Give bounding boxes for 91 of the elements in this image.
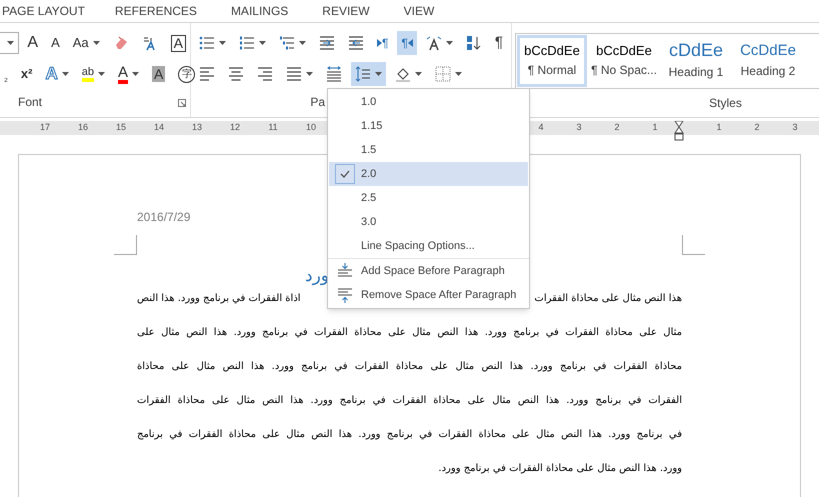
line-spacing-button[interactable] (351, 62, 386, 86)
paint-bucket-icon (395, 66, 411, 82)
ruler-number: 13 (190, 121, 203, 134)
decrease-indent-icon (319, 35, 335, 51)
document-title: ورد (305, 268, 329, 285)
check-icon (335, 164, 355, 184)
paragraph-line: وورد. هذا النص مثال على محاذاة الفقرات في برنامج وورد. (437, 462, 682, 476)
group-label: Pa (310, 94, 325, 111)
ruler-number: 4 (537, 121, 544, 134)
ribbon-tab[interactable]: MAILINGS (230, 2, 288, 20)
paragraph-line: الفقرات في برنامج وورد. هذا النص مثال على محاذاة الفقرات في برنامج وورد. هذا النص مثال على محاذاة الفقرات (137, 394, 682, 408)
group-label: Font (18, 94, 42, 111)
align-center-icon (228, 66, 244, 82)
caret-icon (98, 72, 105, 76)
ruler-number: 2 (753, 121, 760, 134)
numbering-icon (239, 35, 255, 51)
menu-item[interactable]: 2.0 (329, 162, 528, 186)
ribbon-tab[interactable]: PAGE LAYOUT (2, 2, 85, 20)
margin-corner-mark (682, 235, 705, 255)
add-space-icon (337, 263, 353, 279)
arrow-icon (377, 39, 382, 47)
paragraph-line: هذا النص مثال على محاذاة الفقرات (534, 292, 682, 306)
ruler-number: 16 (76, 121, 89, 134)
caret-icon (219, 41, 226, 45)
enclose-characters-button[interactable]: 字 (174, 62, 200, 86)
text-effects-button[interactable]: A (41, 62, 73, 86)
borders-icon (435, 66, 451, 82)
ruler-number: 14 (152, 121, 165, 134)
ruler-number: 12 (228, 121, 241, 134)
line-spacing-icon (355, 66, 371, 82)
dialog-launcher-icon[interactable] (178, 99, 186, 107)
style-card[interactable]: CcDdEe Heading 2 (733, 35, 803, 87)
ribbon-tab[interactable]: VIEW (404, 2, 434, 20)
font-size-field[interactable] (0, 32, 20, 54)
ribbon-tab[interactable]: REFERENCES (114, 2, 197, 20)
font-color-button[interactable]: A (114, 62, 143, 86)
shrink-font-button[interactable]: A (47, 31, 64, 55)
style-card[interactable]: bCcDdEe ¶ No Spac... (589, 35, 659, 87)
distributed-icon (326, 66, 342, 82)
subscript-button[interactable]: ₂ (0, 62, 12, 86)
ruler-number: 11 (267, 121, 279, 134)
menu-item[interactable]: Add Space Before Paragraph (329, 259, 528, 283)
align-left-icon (199, 66, 215, 82)
paragraph-line: محاذاة الفقرات في برنامج وورد. هذا النص مثال على محاذاة الفقرات في برنامج وورد. هذا النص مثال على محاذاة (137, 360, 682, 374)
superscript-button[interactable]: x² (16, 62, 36, 86)
header-date: 2016/7/29 (137, 210, 190, 224)
caret-icon (132, 72, 139, 76)
caret-icon (306, 72, 313, 76)
margin-corner-mark (114, 235, 137, 255)
character-border-button[interactable]: A (166, 31, 190, 55)
indent-marker-icon[interactable] (674, 121, 684, 141)
caret-icon (455, 72, 462, 76)
ruler-number: 3 (791, 121, 798, 134)
asian-layout-icon (426, 35, 442, 51)
justify-icon (286, 66, 302, 82)
arrow-icon (408, 39, 413, 47)
increase-indent-icon (348, 35, 364, 51)
align-right-icon (257, 66, 273, 82)
highlight-button[interactable]: ab (78, 62, 109, 86)
ruler-number: 1 (651, 121, 658, 134)
ruler-number: 3 (575, 121, 582, 134)
caret-icon (62, 72, 69, 76)
menu-item[interactable]: Remove Space After Paragraph (329, 283, 528, 307)
change-case-button[interactable]: Aa (68, 31, 104, 55)
paragraph-line: في برنامج وورد. هذا النص مثال على محاذاة الفقرات في برنامج وورد. هذا النص مثال على محاذاة الفقرات في برنامج (137, 428, 682, 442)
style-card[interactable]: bCcDdEe ¶ Normal (517, 35, 587, 87)
remove-space-icon (337, 287, 353, 303)
ruler-number: 17 (38, 121, 51, 134)
ruler-number: 15 (114, 121, 127, 134)
ruler-number: 1 (715, 121, 722, 134)
caret-icon (7, 41, 14, 45)
paragraph-line: اذاة الفقرات في برنامج وورد. هذا النص (137, 292, 301, 306)
left-to-right-button[interactable]: ¶ (373, 31, 392, 55)
ruler-number: 2 (613, 121, 620, 134)
character-shading-button[interactable]: A (148, 62, 170, 86)
ruler-number: 10 (304, 121, 317, 134)
caret-icon (92, 41, 100, 45)
caret-icon (259, 41, 266, 45)
sort-icon (466, 35, 482, 51)
bullets-icon (199, 35, 215, 51)
caret-icon (375, 72, 382, 76)
caret-icon (299, 41, 306, 45)
multilevel-list-icon (279, 35, 295, 51)
ribbon-tab[interactable]: REVIEW (322, 2, 370, 20)
caret-icon (446, 41, 453, 45)
caret-icon (415, 72, 422, 76)
style-card[interactable]: cDdEe Heading 1 (661, 35, 731, 87)
show-marks-button[interactable]: ¶ (490, 31, 507, 55)
paragraph-line: مثال على محاذاة الفقرات في برنامج وورد. هذا النص مثال على محاذاة الفقرات في برنامج وورد. هذا النص مثال على (137, 326, 682, 340)
group-label: Styles (709, 95, 742, 112)
grow-font-button[interactable]: A (23, 31, 42, 55)
